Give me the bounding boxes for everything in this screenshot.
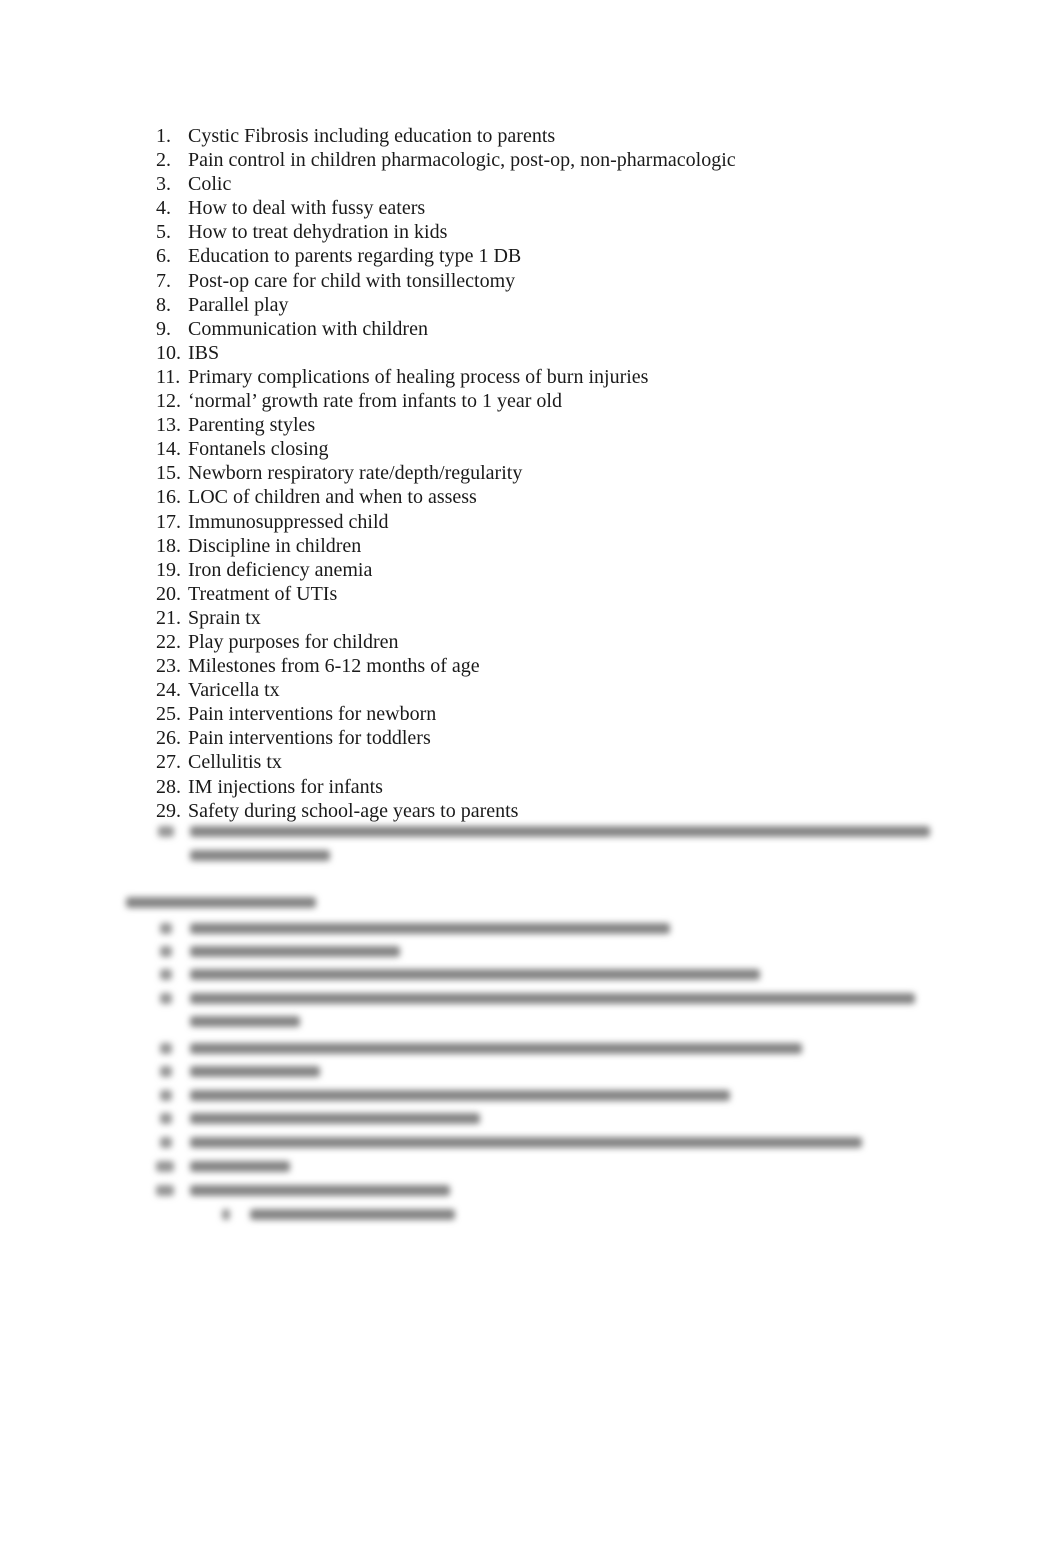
list-item-text: Iron deficiency anemia [188,558,373,581]
list-item-number: 15. [156,462,181,485]
list-item-text: Discipline in children [188,534,362,557]
list-item-number: 28. [156,775,181,798]
list-item-text: Sprain tx [188,606,261,629]
list-item-number: 3. [156,173,171,196]
list-item-number: 19. [156,558,181,581]
list-item-number: 10. [156,341,181,364]
list-item-text: LOC of children and when to assess [188,486,477,509]
list-item-number: 8. [156,293,171,316]
list-item-text: Pain control in children pharmacologic, … [188,149,736,172]
list-item-text: Education to parents regarding type 1 DB [188,245,522,268]
list-item-text: Post-op care for child with tonsillectom… [188,269,516,292]
list-item-number: 22. [156,630,181,653]
list-item-number: 12. [156,390,181,413]
list-item-number: 17. [156,510,181,533]
list-item-text: Safety during school-age years to parent… [188,799,519,822]
list-item-number: 26. [156,727,181,750]
list-item-text: IBS [188,341,220,364]
list-item-number: 7. [156,269,171,292]
list-item-number: 21. [156,606,181,629]
list-item-text: Cystic Fibrosis including education to p… [188,125,556,147]
document-page: 1. Cystic Fibrosis including education to… [0,0,1062,1556]
list-item-text: How to treat dehydration in kids [188,221,448,244]
list-item-text: Cellulitis tx [188,751,282,774]
list-item-number: 25. [156,703,181,726]
list-item-text: How to deal with fussy eaters [188,197,426,220]
list-item-number: 5. [156,221,171,244]
list-item-text: Primary complications of healing process… [188,365,649,388]
list-item-number: 2. [156,149,171,172]
list-item-text: Parenting styles [188,414,316,437]
list-item-text: Fontanels closing [188,438,329,461]
list-item-number: 27. [156,751,181,774]
list-item-text: Milestones from 6-12 months of age [188,655,480,678]
list-item-text: ‘normal’ growth rate from infants to 1 y… [188,390,562,413]
list-item-text: Pain interventions for newborn [188,703,437,726]
list-item-text: Newborn respiratory rate/depth/regularit… [188,462,523,485]
list-item-text: IM injections for infants [188,775,383,798]
list-item-number: 9. [156,317,171,340]
list-item-text: Treatment of UTIs [188,582,338,605]
list-item-text: Immunosuppressed child [188,510,389,533]
list-item-number: 13. [156,414,181,437]
list-item-number: 1. [156,125,171,147]
list-item-text: Varicella tx [188,679,280,702]
list-item-number: 4. [156,197,171,220]
list-item-number: 6. [156,245,171,268]
list-item-text: Play purposes for children [188,630,399,653]
list-item-number: 14. [156,438,181,461]
list-item-text: Pain interventions for toddlers [188,727,431,750]
list-item-number: 18. [156,534,181,557]
list-item-number: 16. [156,486,181,509]
list-item-text: Communication with children [188,317,428,340]
list-item-number: 23. [156,655,181,678]
list-item-text: Colic [188,173,232,196]
list-item-number: 29. [156,799,181,822]
list-item-number: 24. [156,679,181,702]
list-item-text: Parallel play [188,293,289,316]
list-item-number: 11. [156,365,181,388]
list-item-number: 20. [156,582,181,605]
